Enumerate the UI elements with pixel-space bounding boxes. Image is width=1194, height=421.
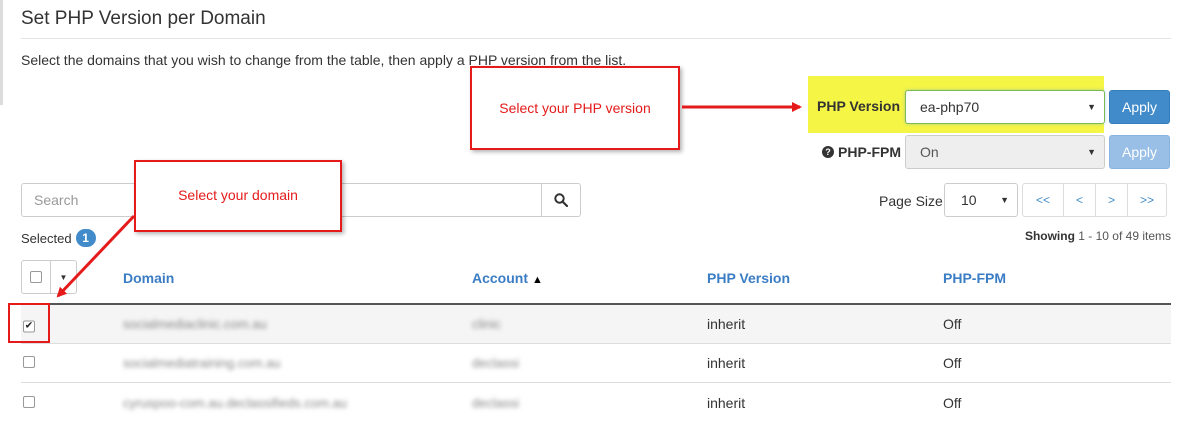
search-icon bbox=[554, 193, 568, 207]
php-version-value: ea-php70 bbox=[920, 99, 980, 115]
caret-down-icon: ▼ bbox=[1087, 102, 1096, 112]
column-header-account-group[interactable]: Account ▲ bbox=[472, 270, 543, 286]
checkbox-highlight-box bbox=[8, 303, 50, 343]
caret-down-icon: ▼ bbox=[1087, 147, 1096, 157]
showing-info: Showing 1 - 10 of 49 items bbox=[1025, 229, 1171, 243]
row-account: declassi bbox=[472, 355, 519, 371]
row-php-fpm: Off bbox=[943, 316, 962, 332]
next-page-button[interactable]: > bbox=[1095, 183, 1128, 217]
column-header-php-fpm[interactable]: PHP-FPM bbox=[943, 270, 1006, 286]
select-all-checkbox[interactable] bbox=[30, 271, 42, 283]
table-row: cyruspoo-com.au.declassifieds.com.au dec… bbox=[21, 383, 1171, 421]
prev-page-button[interactable]: < bbox=[1063, 183, 1096, 217]
title-divider bbox=[21, 38, 1171, 39]
caret-down-icon: ▼ bbox=[1000, 195, 1009, 205]
row-account: declassi bbox=[472, 395, 519, 410]
select-all-cell bbox=[22, 261, 51, 293]
php-version-label: PHP Version bbox=[817, 98, 901, 114]
page-title: Set PHP Version per Domain bbox=[21, 8, 266, 29]
php-fpm-label: PHP-FPM bbox=[838, 144, 901, 160]
row-php-version: inherit bbox=[707, 355, 746, 371]
selected-label-text: Selected bbox=[21, 230, 72, 246]
row-php-fpm: Off bbox=[943, 355, 962, 371]
php-fpm-apply-button[interactable]: Apply bbox=[1109, 135, 1170, 169]
select-options-dropdown[interactable]: ▼ bbox=[51, 261, 76, 293]
php-fpm-select[interactable]: On ▼ bbox=[905, 135, 1105, 169]
table-row: ✔ socialmediaclinic.com.au clinic inheri… bbox=[21, 305, 1171, 344]
row-php-fpm: Off bbox=[943, 394, 962, 411]
showing-label: Showing bbox=[1024, 229, 1075, 243]
page-size-label: Page Size bbox=[879, 193, 943, 209]
question-circle-icon[interactable]: ? bbox=[822, 146, 834, 158]
column-header-php-version[interactable]: PHP Version bbox=[707, 270, 790, 286]
domain-callout-text: Select your domain bbox=[178, 187, 298, 203]
php-fpm-label-group: ? PHP-FPM bbox=[822, 144, 901, 160]
row-domain: socialmediaclinic.com.au bbox=[123, 316, 267, 332]
domain-callout: Select your domain bbox=[134, 160, 342, 232]
select-all-group: ▼ bbox=[21, 260, 77, 294]
php-version-select[interactable]: ea-php70 ▼ bbox=[905, 90, 1105, 124]
showing-range: 1 - 10 of 49 items bbox=[1078, 229, 1171, 243]
last-page-button[interactable]: >> bbox=[1127, 183, 1167, 217]
selected-count-badge: 1 bbox=[75, 229, 96, 247]
row-php-version: inherit bbox=[707, 316, 746, 332]
page-size-value: 10 bbox=[961, 192, 977, 208]
left-edge-bar bbox=[0, 0, 3, 105]
column-header-account: Account bbox=[472, 270, 528, 286]
row-checkbox[interactable] bbox=[23, 395, 35, 411]
row-checkbox[interactable] bbox=[23, 355, 35, 371]
caret-down-icon: ▼ bbox=[59, 272, 68, 282]
php-version-callout-text: Select your PHP version bbox=[499, 100, 651, 116]
column-header-domain[interactable]: Domain bbox=[123, 270, 174, 286]
page-size-select[interactable]: 10 ▼ bbox=[944, 183, 1018, 217]
php-version-callout: Select your PHP version bbox=[470, 66, 680, 150]
row-domain: cyruspoo-com.au.declassifieds.com.au bbox=[123, 395, 347, 410]
first-page-button[interactable]: << bbox=[1022, 183, 1064, 217]
php-version-apply-button[interactable]: Apply bbox=[1109, 90, 1170, 124]
search-placeholder: Search bbox=[34, 192, 79, 208]
row-domain: socialmediatraining.com.au bbox=[123, 355, 281, 371]
php-fpm-value: On bbox=[920, 144, 939, 160]
sort-ascending-icon: ▲ bbox=[532, 274, 543, 286]
selected-count: Selected 1 bbox=[21, 229, 96, 247]
search-button[interactable] bbox=[541, 183, 581, 217]
pagination: << < > >> bbox=[1022, 183, 1167, 217]
table-row: socialmediatraining.com.au declassi inhe… bbox=[21, 344, 1171, 383]
row-account: clinic bbox=[472, 316, 501, 332]
row-php-version: inherit bbox=[707, 394, 746, 411]
